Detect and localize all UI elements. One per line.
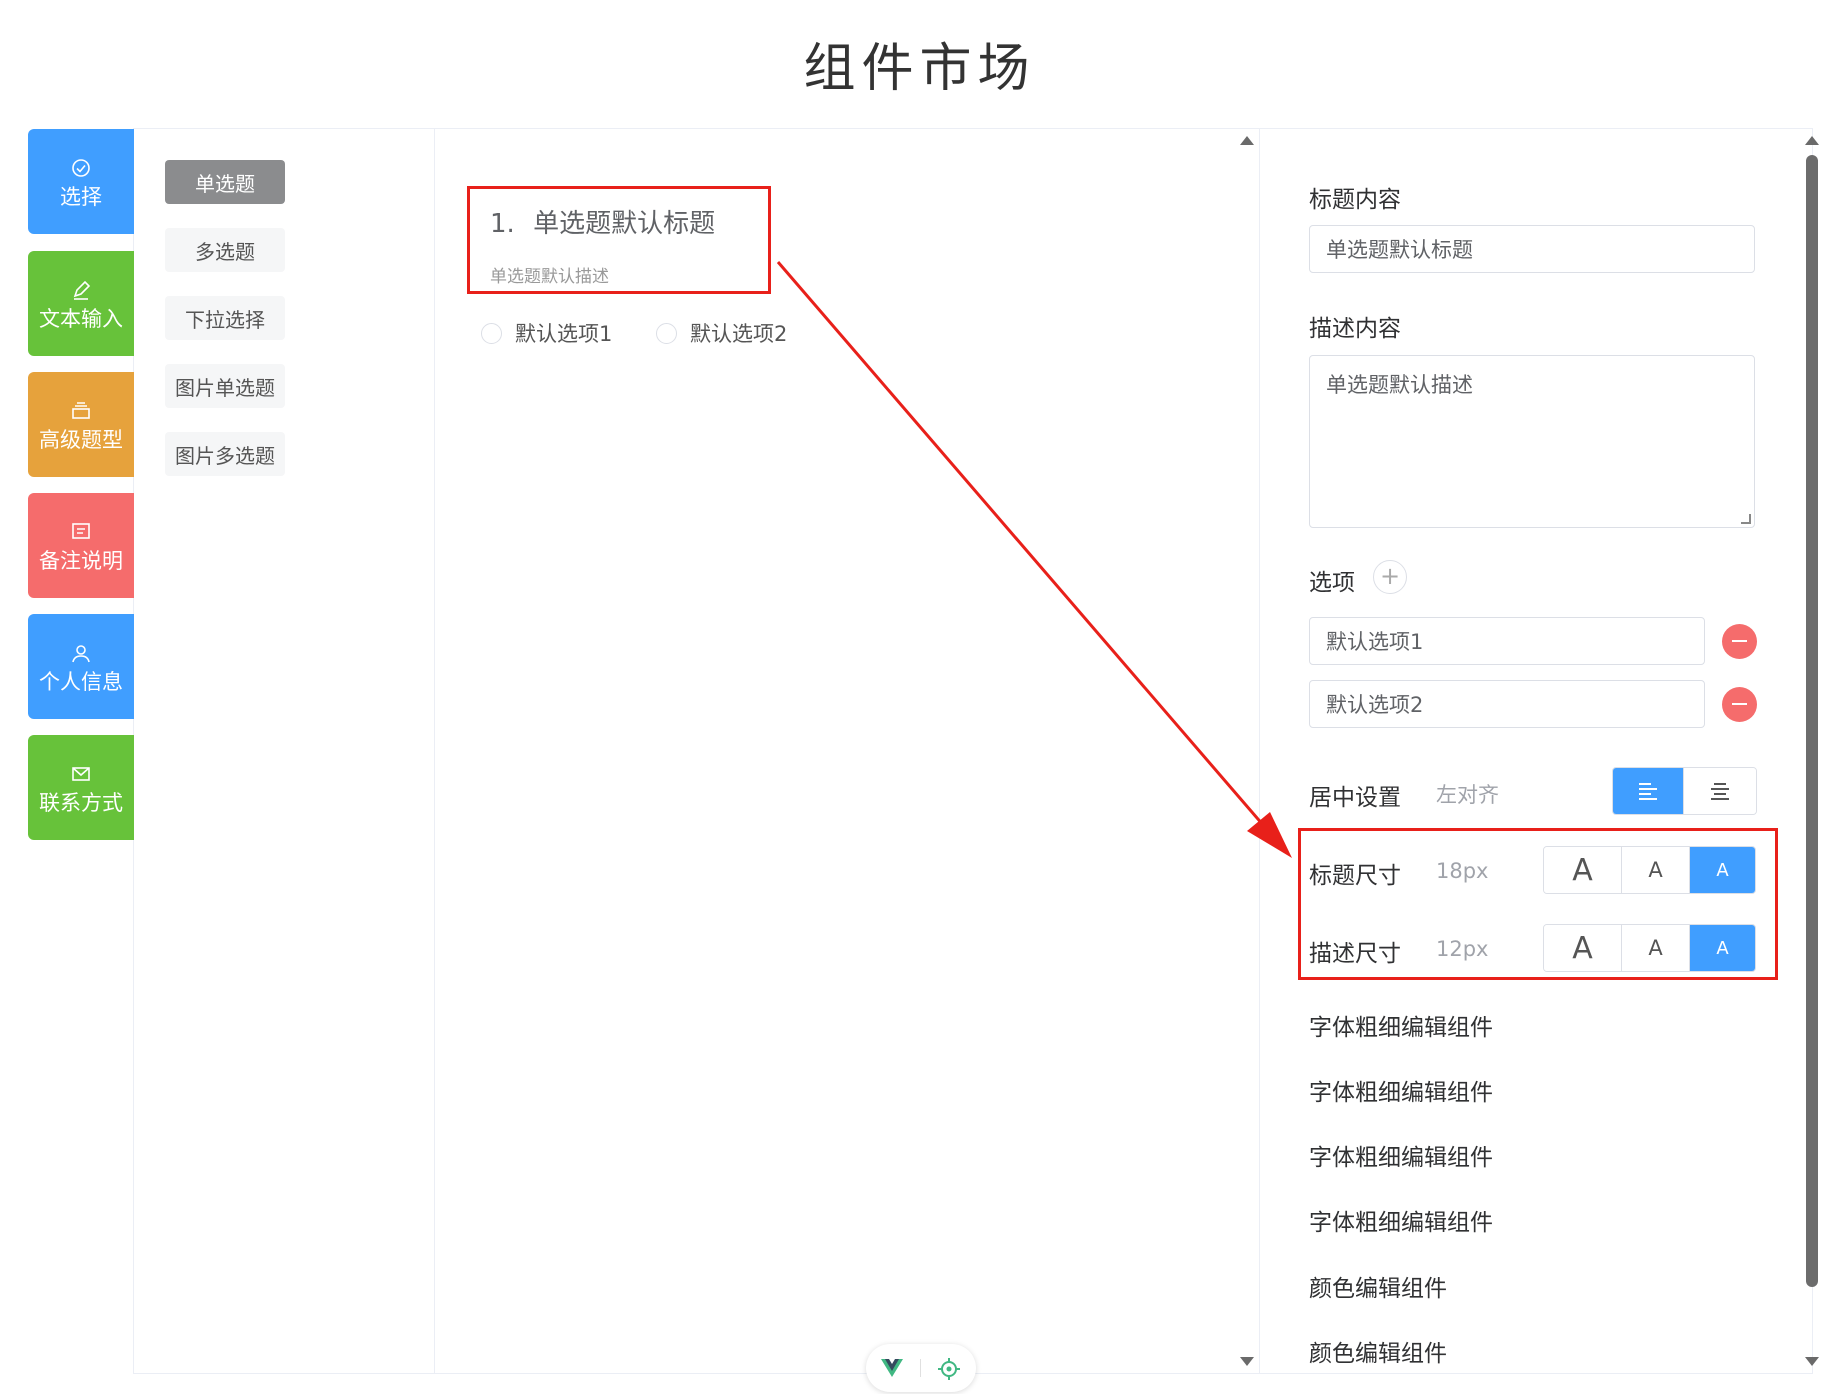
option-label: 默认选项1 bbox=[515, 322, 613, 346]
category-tab-text-input[interactable]: 文本输入 bbox=[28, 251, 134, 356]
sub-item-multi-choice[interactable]: 多选题 bbox=[165, 228, 285, 272]
align-left-icon bbox=[1639, 783, 1657, 800]
title-size-button-group: A A A bbox=[1543, 846, 1756, 894]
devtools-pill[interactable] bbox=[866, 1344, 976, 1392]
title-content-label: 标题内容 bbox=[1309, 187, 1401, 213]
option-item-1[interactable]: 默认选项1 bbox=[481, 318, 612, 348]
title-size-value: 18px bbox=[1436, 859, 1489, 883]
edit-icon bbox=[73, 280, 91, 300]
question-number: 1. bbox=[490, 209, 515, 239]
add-option-button[interactable]: + bbox=[1373, 560, 1407, 594]
category-label: 选择 bbox=[60, 185, 102, 209]
desc-content-textarea[interactable]: 单选题默认描述 bbox=[1309, 355, 1755, 528]
sub-item-image-multi[interactable]: 图片多选题 bbox=[165, 432, 285, 476]
title-content-input[interactable]: 单选题默认标题 bbox=[1309, 225, 1755, 273]
align-center-icon bbox=[1711, 783, 1729, 800]
desc-content-label: 描述内容 bbox=[1309, 316, 1401, 342]
title-size-label: 标题尺寸 bbox=[1309, 863, 1401, 889]
mail-icon bbox=[72, 767, 90, 781]
category-tab-advanced[interactable]: 高级题型 bbox=[28, 372, 134, 477]
align-left-button[interactable] bbox=[1613, 768, 1684, 814]
category-label: 个人信息 bbox=[39, 670, 123, 694]
desc-size-medium-button[interactable]: A bbox=[1622, 925, 1690, 971]
category-tab-notes[interactable]: 备注说明 bbox=[28, 493, 134, 598]
user-icon bbox=[72, 645, 90, 663]
pill-divider bbox=[920, 1359, 921, 1377]
desc-size-label: 描述尺寸 bbox=[1309, 941, 1401, 967]
category-tab-personal[interactable]: 个人信息 bbox=[28, 614, 134, 719]
align-setting-label: 居中设置 bbox=[1309, 785, 1401, 811]
category-tab-select[interactable]: 选择 bbox=[28, 129, 134, 234]
remove-option-button-2[interactable] bbox=[1722, 687, 1757, 722]
radio-button[interactable] bbox=[481, 322, 502, 344]
message-icon bbox=[72, 523, 90, 539]
desc-content-text: 单选题默认描述 bbox=[1326, 373, 1473, 397]
align-center-button[interactable] bbox=[1684, 768, 1756, 814]
font-weight-editor-2[interactable]: 字体粗细编辑组件 bbox=[1309, 1073, 1493, 1107]
panel-scroll-up-icon[interactable] bbox=[1805, 136, 1819, 145]
desc-size-small-button[interactable]: A bbox=[1690, 925, 1755, 971]
sub-item-image-single[interactable]: 图片单选题 bbox=[165, 364, 285, 408]
radio-button[interactable] bbox=[656, 322, 677, 344]
category-label: 文本输入 bbox=[39, 307, 123, 331]
canvas-area bbox=[436, 129, 1260, 1373]
panel-scrollbar-thumb[interactable] bbox=[1806, 155, 1818, 1287]
title-size-small-button[interactable]: A bbox=[1690, 847, 1755, 893]
canvas-scroll-up-icon[interactable] bbox=[1240, 136, 1254, 145]
color-editor-2[interactable]: 颜色编辑组件 bbox=[1309, 1334, 1447, 1368]
font-weight-editor-4[interactable]: 字体粗细编辑组件 bbox=[1309, 1203, 1493, 1237]
desc-size-value: 12px bbox=[1436, 937, 1489, 961]
question-desc: 单选题默认描述 bbox=[490, 267, 609, 287]
sub-item-single-choice[interactable]: 单选题 bbox=[165, 160, 285, 204]
options-label: 选项 bbox=[1309, 570, 1355, 596]
align-button-group bbox=[1612, 767, 1757, 815]
desc-size-button-group: A A A bbox=[1543, 924, 1756, 972]
title-size-medium-button[interactable]: A bbox=[1622, 847, 1690, 893]
category-label: 联系方式 bbox=[39, 791, 123, 815]
question-title[interactable]: 1. 单选题默认标题 bbox=[490, 203, 715, 240]
category-label: 备注说明 bbox=[39, 549, 123, 573]
title-size-large-button[interactable]: A bbox=[1544, 847, 1622, 893]
resize-handle-icon[interactable] bbox=[1741, 514, 1751, 524]
align-setting-value: 左对齐 bbox=[1436, 783, 1499, 807]
option-label: 默认选项2 bbox=[690, 322, 788, 346]
sub-item-dropdown[interactable]: 下拉选择 bbox=[165, 296, 285, 340]
vue-logo-icon bbox=[881, 1359, 903, 1377]
option-input-1[interactable]: 默认选项1 bbox=[1309, 617, 1705, 665]
font-weight-editor-1[interactable]: 字体粗细编辑组件 bbox=[1309, 1008, 1493, 1042]
panel-scroll-down-icon[interactable] bbox=[1805, 1357, 1819, 1366]
font-weight-editor-3[interactable]: 字体粗细编辑组件 bbox=[1309, 1138, 1493, 1172]
option-input-2[interactable]: 默认选项2 bbox=[1309, 680, 1705, 728]
category-tab-contact[interactable]: 联系方式 bbox=[28, 735, 134, 840]
desc-size-large-button[interactable]: A bbox=[1544, 925, 1622, 971]
layers-icon bbox=[72, 402, 90, 419]
remove-option-button-1[interactable] bbox=[1722, 624, 1757, 659]
sub-list-column: 单选题 多选题 下拉选择 图片单选题 图片多选题 bbox=[134, 129, 435, 1373]
target-icon bbox=[938, 1358, 960, 1380]
category-label: 高级题型 bbox=[39, 428, 123, 452]
canvas-scroll-down-icon[interactable] bbox=[1240, 1357, 1254, 1366]
page-title: 组件市场 bbox=[803, 39, 1036, 99]
question-title-text: 单选题默认标题 bbox=[533, 209, 716, 239]
check-circle-icon bbox=[72, 159, 90, 177]
option-item-2[interactable]: 默认选项2 bbox=[656, 318, 787, 348]
color-editor-1[interactable]: 颜色编辑组件 bbox=[1309, 1269, 1447, 1303]
